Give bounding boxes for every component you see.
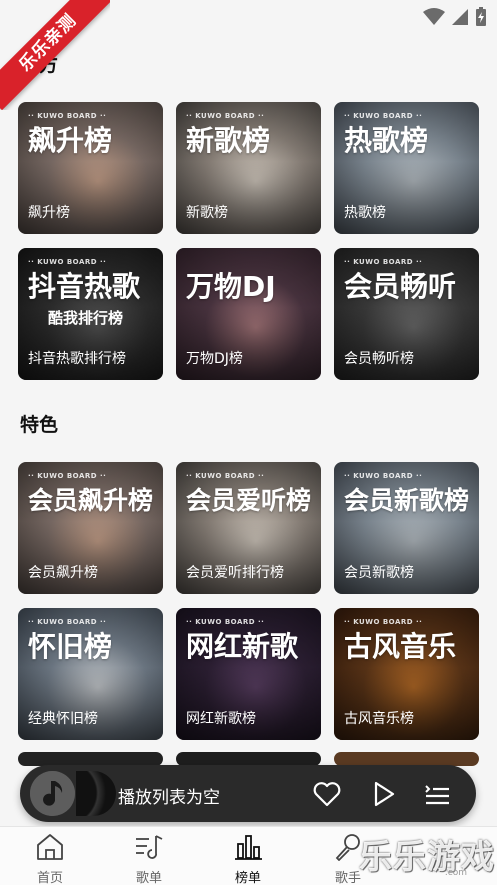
kuwo-board-label: ·· KUWO BOARD ··: [28, 618, 107, 626]
ribbon-text: 乐乐亲测: [0, 0, 110, 110]
playlist-icon: [136, 835, 163, 859]
player-status-text: 播放列表为空: [118, 788, 220, 808]
chart-card-partial[interactable]: [176, 752, 321, 766]
kuwo-board-label: ·· KUWO BOARD ··: [28, 472, 107, 480]
chart-card[interactable]: ·· KUWO BOARD ·· 会员畅听会员畅听榜: [334, 248, 479, 380]
card-title: 会员爱听榜: [186, 486, 312, 515]
tab-label: 歌单: [135, 871, 162, 885]
chart-card[interactable]: 万物DJ 万物DJ榜: [176, 248, 321, 380]
chart-card[interactable]: ·· KUWO BOARD ·· 飙升榜 飙升榜: [18, 102, 163, 234]
card-title: 会员新歌榜: [344, 486, 470, 515]
chart-card-partial[interactable]: [334, 752, 479, 766]
card-caption: 会员爱听排行榜: [186, 565, 284, 581]
watermark-domain: .com: [444, 868, 467, 878]
mini-player[interactable]: 播放列表为空: [20, 765, 476, 822]
card-title: 新歌榜: [186, 124, 271, 157]
tab-label: 首页: [36, 871, 63, 885]
section-title-featured: 特色: [20, 414, 59, 436]
card-caption: 会员飙升榜: [28, 565, 98, 581]
heart-icon[interactable]: [312, 779, 342, 809]
record-disc-icon: [76, 771, 116, 816]
card-caption: 网红新歌榜: [186, 711, 256, 727]
kuwo-board-label: ·· KUWO BOARD ··: [344, 472, 423, 480]
tab-playlists[interactable]: 歌单: [119, 833, 179, 885]
kuwo-board-label: ·· KUWO BOARD ··: [186, 112, 265, 120]
card-title: 抖音热歌: [28, 270, 141, 303]
card-caption: 万物DJ榜: [186, 351, 243, 367]
kuwo-board-label: ·· KUWO BOARD ··: [344, 618, 423, 626]
signal-icon: [452, 9, 468, 25]
card-caption: 热歌榜: [344, 205, 386, 221]
kuwo-board-label: ·· KUWO BOARD ··: [344, 258, 423, 266]
card-subtitle: 酷我排行榜: [48, 309, 124, 327]
battery-icon: [476, 7, 486, 26]
card-title: 万物DJ: [186, 270, 276, 303]
card-title: 会员飙升榜: [28, 486, 154, 515]
kuwo-board-label: ·· KUWO BOARD ··: [186, 472, 265, 480]
card-caption: 飙升榜: [28, 205, 70, 221]
chart-card[interactable]: ·· KUWO BOARD ·· 网红新歌网红新歌榜: [176, 608, 321, 740]
tab-home[interactable]: 首页: [20, 833, 80, 885]
watermark-logo: 乐乐游戏: [359, 837, 495, 876]
playlist-queue-icon[interactable]: [422, 779, 452, 809]
chart-card[interactable]: ·· KUWO BOARD ·· 古风音乐古风音乐榜: [334, 608, 479, 740]
home-icon: [37, 834, 63, 860]
card-caption: 会员畅听榜: [344, 351, 414, 367]
card-title: 网红新歌: [186, 630, 299, 663]
card-caption: 会员新歌榜: [344, 565, 414, 581]
kuwo-board-label: ·· KUWO BOARD ··: [186, 618, 265, 626]
play-icon[interactable]: [368, 779, 398, 809]
card-title: 飙升榜: [28, 124, 113, 157]
card-title: 会员畅听: [344, 270, 457, 303]
chart-card[interactable]: ·· KUWO BOARD ·· 会员爱听榜会员爱听排行榜: [176, 462, 321, 594]
chart-card[interactable]: ·· KUWO BOARD ·· 热歌榜 热歌榜: [334, 102, 479, 234]
card-caption: 古风音乐榜: [344, 711, 414, 727]
kuwo-board-label: ·· KUWO BOARD ··: [28, 258, 107, 266]
tab-charts[interactable]: 榜单: [218, 833, 278, 885]
test-ribbon: 乐乐亲测: [0, 0, 110, 110]
wifi-icon: [423, 8, 445, 25]
album-cover[interactable]: [30, 771, 75, 816]
chart-card[interactable]: ·· KUWO BOARD ·· 新歌榜 新歌榜: [176, 102, 321, 234]
card-caption: 新歌榜: [186, 205, 228, 221]
chart-card-partial[interactable]: [18, 752, 163, 766]
card-caption: 经典怀旧榜: [28, 711, 98, 727]
card-title: 古风音乐: [344, 630, 457, 663]
kuwo-board-label: ·· KUWO BOARD ··: [344, 112, 423, 120]
chart-icon: [235, 835, 262, 860]
card-caption: 抖音热歌排行榜: [28, 351, 126, 367]
chart-card[interactable]: ·· KUWO BOARD ·· 会员新歌榜 会员新歌榜: [334, 462, 479, 594]
kuwo-board-label: ·· KUWO BOARD ··: [28, 112, 107, 120]
chart-card[interactable]: ·· KUWO BOARD ·· 怀旧榜经典怀旧榜: [18, 608, 163, 740]
card-title: 怀旧榜: [28, 630, 113, 663]
tab-label: 榜单: [234, 871, 261, 885]
chart-card[interactable]: ·· KUWO BOARD ·· 抖音热歌酷我排行榜抖音热歌排行榜: [18, 248, 163, 380]
card-title: 热歌榜: [344, 124, 429, 157]
chart-card[interactable]: ·· KUWO BOARD ·· 会员飙升榜 会员飙升榜: [18, 462, 163, 594]
music-note-icon: [30, 771, 75, 816]
